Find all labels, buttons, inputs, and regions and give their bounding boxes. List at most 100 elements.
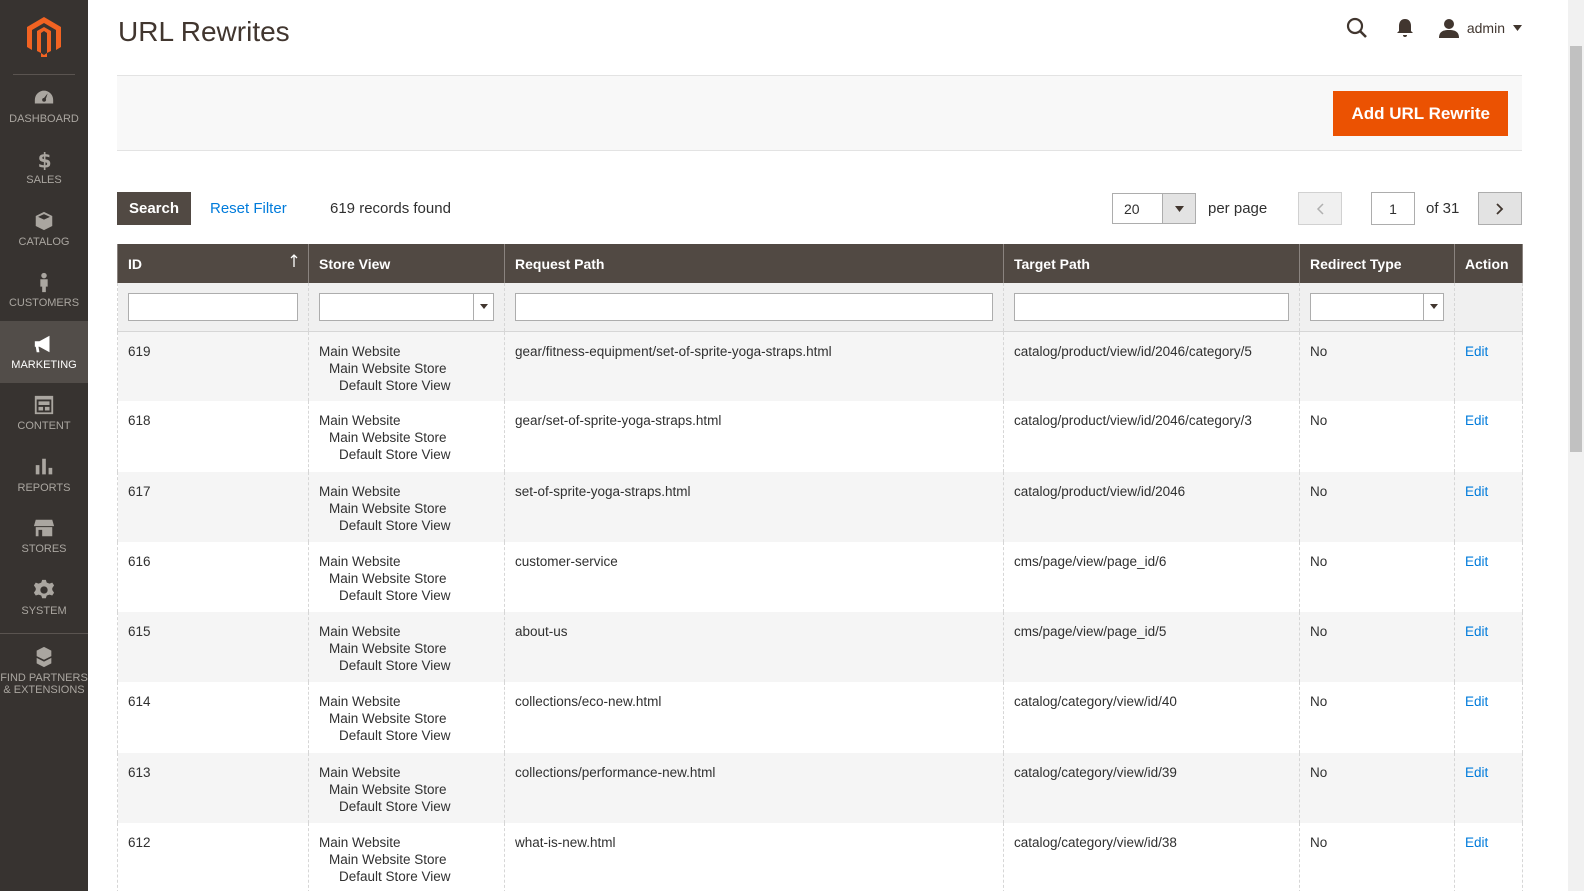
filter-cell bbox=[308, 283, 505, 332]
sidebar-item-label: DASHBOARD bbox=[9, 112, 79, 125]
store-view-website: Main Website bbox=[319, 624, 401, 640]
cell-action: Edit bbox=[1454, 331, 1523, 402]
previous-page-button[interactable] bbox=[1298, 192, 1342, 225]
store-view-view: Default Store View bbox=[339, 798, 451, 814]
column-header-redirect-type[interactable]: Redirect Type bbox=[1299, 244, 1455, 283]
sidebar-item-find-partners[interactable]: FIND PARTNERS & EXTENSIONS bbox=[0, 632, 88, 703]
filter-cell bbox=[117, 283, 309, 332]
cell-action: Edit bbox=[1454, 823, 1523, 891]
sidebar-item-dashboard[interactable]: DASHBOARD bbox=[0, 75, 88, 137]
cell-id: 613 bbox=[117, 752, 309, 824]
sidebar-item-sales[interactable]: $ SALES bbox=[0, 137, 88, 199]
filter-store-view-toggle[interactable] bbox=[473, 293, 493, 320]
grid-header-row: ID Store View Request Path Target Path R… bbox=[117, 244, 1523, 283]
per-page-dropdown-toggle[interactable] bbox=[1162, 194, 1195, 223]
edit-link[interactable]: Edit bbox=[1465, 413, 1488, 428]
sidebar-item-label: MARKETING bbox=[11, 358, 77, 371]
cell-request-path: collections/performance-new.html bbox=[504, 752, 1004, 824]
filter-cell bbox=[504, 283, 1004, 332]
global-search-button[interactable] bbox=[1333, 14, 1381, 42]
filter-redirect-type-toggle[interactable] bbox=[1423, 293, 1443, 320]
table-row: 618 Main Website Main Website Store Default… bbox=[117, 401, 1523, 472]
current-page-input[interactable]: 1 bbox=[1371, 192, 1415, 225]
magento-logo[interactable] bbox=[13, 0, 75, 75]
cell-id: 615 bbox=[117, 612, 309, 683]
table-row: 612 Main Website Main Website Store Default… bbox=[117, 823, 1523, 891]
store-view-website: Main Website bbox=[319, 835, 401, 851]
column-header-store-view[interactable]: Store View bbox=[308, 244, 505, 283]
store-view-website: Main Website bbox=[319, 764, 401, 780]
sidebar-item-stores[interactable]: STORES bbox=[0, 506, 88, 568]
store-view-store: Main Website Store bbox=[329, 641, 447, 657]
reset-filter-link[interactable]: Reset Filter bbox=[210, 200, 287, 217]
cell-redirect-type: No bbox=[1299, 612, 1455, 683]
cell-id: 619 bbox=[117, 331, 309, 402]
search-button[interactable]: Search bbox=[117, 192, 191, 225]
sidebar-item-customers[interactable]: CUSTOMERS bbox=[0, 260, 88, 322]
next-page-button[interactable] bbox=[1478, 192, 1522, 225]
sidebar-item-system[interactable]: SYSTEM bbox=[0, 567, 88, 629]
cell-redirect-type: No bbox=[1299, 331, 1455, 402]
filter-target-path-input[interactable] bbox=[1014, 292, 1289, 321]
filter-cell bbox=[1454, 283, 1523, 332]
edit-link[interactable]: Edit bbox=[1465, 835, 1488, 850]
filter-cell bbox=[1003, 283, 1300, 332]
sidebar-item-label: CUSTOMERS bbox=[8, 297, 80, 310]
sidebar-item-catalog[interactable]: CATALOG bbox=[0, 198, 88, 260]
sidebar-item-reports[interactable]: REPORTS bbox=[0, 444, 88, 506]
cell-target-path: catalog/category/view/id/40 bbox=[1003, 682, 1300, 753]
column-header-request-path[interactable]: Request Path bbox=[504, 244, 1004, 283]
store-view-view: Default Store View bbox=[339, 728, 451, 744]
total-pages: of 31 bbox=[1426, 200, 1460, 217]
per-page-select[interactable]: 20 bbox=[1112, 193, 1196, 224]
filter-request-path-input[interactable] bbox=[515, 292, 993, 321]
edit-link[interactable]: Edit bbox=[1465, 624, 1488, 639]
chevron-left-icon bbox=[1316, 202, 1324, 215]
cell-request-path: customer-service bbox=[504, 541, 1004, 613]
search-icon bbox=[1346, 17, 1367, 38]
dashboard-icon bbox=[34, 90, 54, 104]
cell-store-view: Main Website Main Website Store Default St… bbox=[308, 752, 505, 824]
edit-link[interactable]: Edit bbox=[1465, 694, 1488, 709]
add-url-rewrite-button[interactable]: Add URL Rewrite bbox=[1333, 91, 1508, 136]
per-page-value: 20 bbox=[1124, 201, 1140, 217]
column-header-action: Action bbox=[1454, 244, 1523, 283]
gear-icon bbox=[33, 579, 55, 598]
admin-user-menu[interactable]: admin bbox=[1438, 18, 1522, 38]
filter-id-input[interactable] bbox=[128, 292, 298, 321]
cell-redirect-type: No bbox=[1299, 752, 1455, 824]
column-header-target-path[interactable]: Target Path bbox=[1003, 244, 1300, 283]
cell-store-view: Main Website Main Website Store Default St… bbox=[308, 612, 505, 683]
chevron-down-icon bbox=[479, 304, 488, 310]
sidebar-item-marketing[interactable]: MARKETING bbox=[0, 321, 88, 383]
filter-store-view-select[interactable] bbox=[319, 292, 494, 321]
edit-link[interactable]: Edit bbox=[1465, 554, 1488, 569]
scrollbar-thumb[interactable] bbox=[1570, 46, 1582, 452]
store-view-store: Main Website Store bbox=[329, 781, 447, 797]
cell-action: Edit bbox=[1454, 612, 1523, 683]
filter-cell bbox=[1299, 283, 1455, 332]
store-view-website: Main Website bbox=[319, 694, 401, 710]
cell-request-path: gear/set-of-sprite-yoga-straps.html bbox=[504, 401, 1004, 472]
chevron-down-icon bbox=[1174, 205, 1184, 212]
cell-store-view: Main Website Main Website Store Default St… bbox=[308, 401, 505, 472]
cell-request-path: what-is-new.html bbox=[504, 823, 1004, 891]
column-header-id[interactable]: ID bbox=[117, 244, 309, 283]
filter-redirect-type-select[interactable] bbox=[1310, 292, 1444, 321]
cell-redirect-type: No bbox=[1299, 682, 1455, 753]
filter-row bbox=[117, 283, 1523, 332]
chevron-down-icon bbox=[1513, 25, 1522, 31]
edit-link[interactable]: Edit bbox=[1465, 344, 1488, 359]
edit-link[interactable]: Edit bbox=[1465, 484, 1488, 499]
sidebar-item-content[interactable]: CONTENT bbox=[0, 383, 88, 445]
sidebar-item-label: REPORTS bbox=[17, 481, 71, 494]
notifications-button[interactable] bbox=[1381, 14, 1429, 42]
edit-link[interactable]: Edit bbox=[1465, 765, 1488, 780]
cell-action: Edit bbox=[1454, 752, 1523, 824]
cell-redirect-type: No bbox=[1299, 541, 1455, 613]
magento-logo-icon bbox=[27, 17, 61, 57]
store-view-website: Main Website bbox=[319, 483, 401, 499]
cell-action: Edit bbox=[1454, 401, 1523, 472]
dollar-icon: $ bbox=[38, 149, 52, 171]
page-scrollbar[interactable] bbox=[1568, 0, 1584, 891]
